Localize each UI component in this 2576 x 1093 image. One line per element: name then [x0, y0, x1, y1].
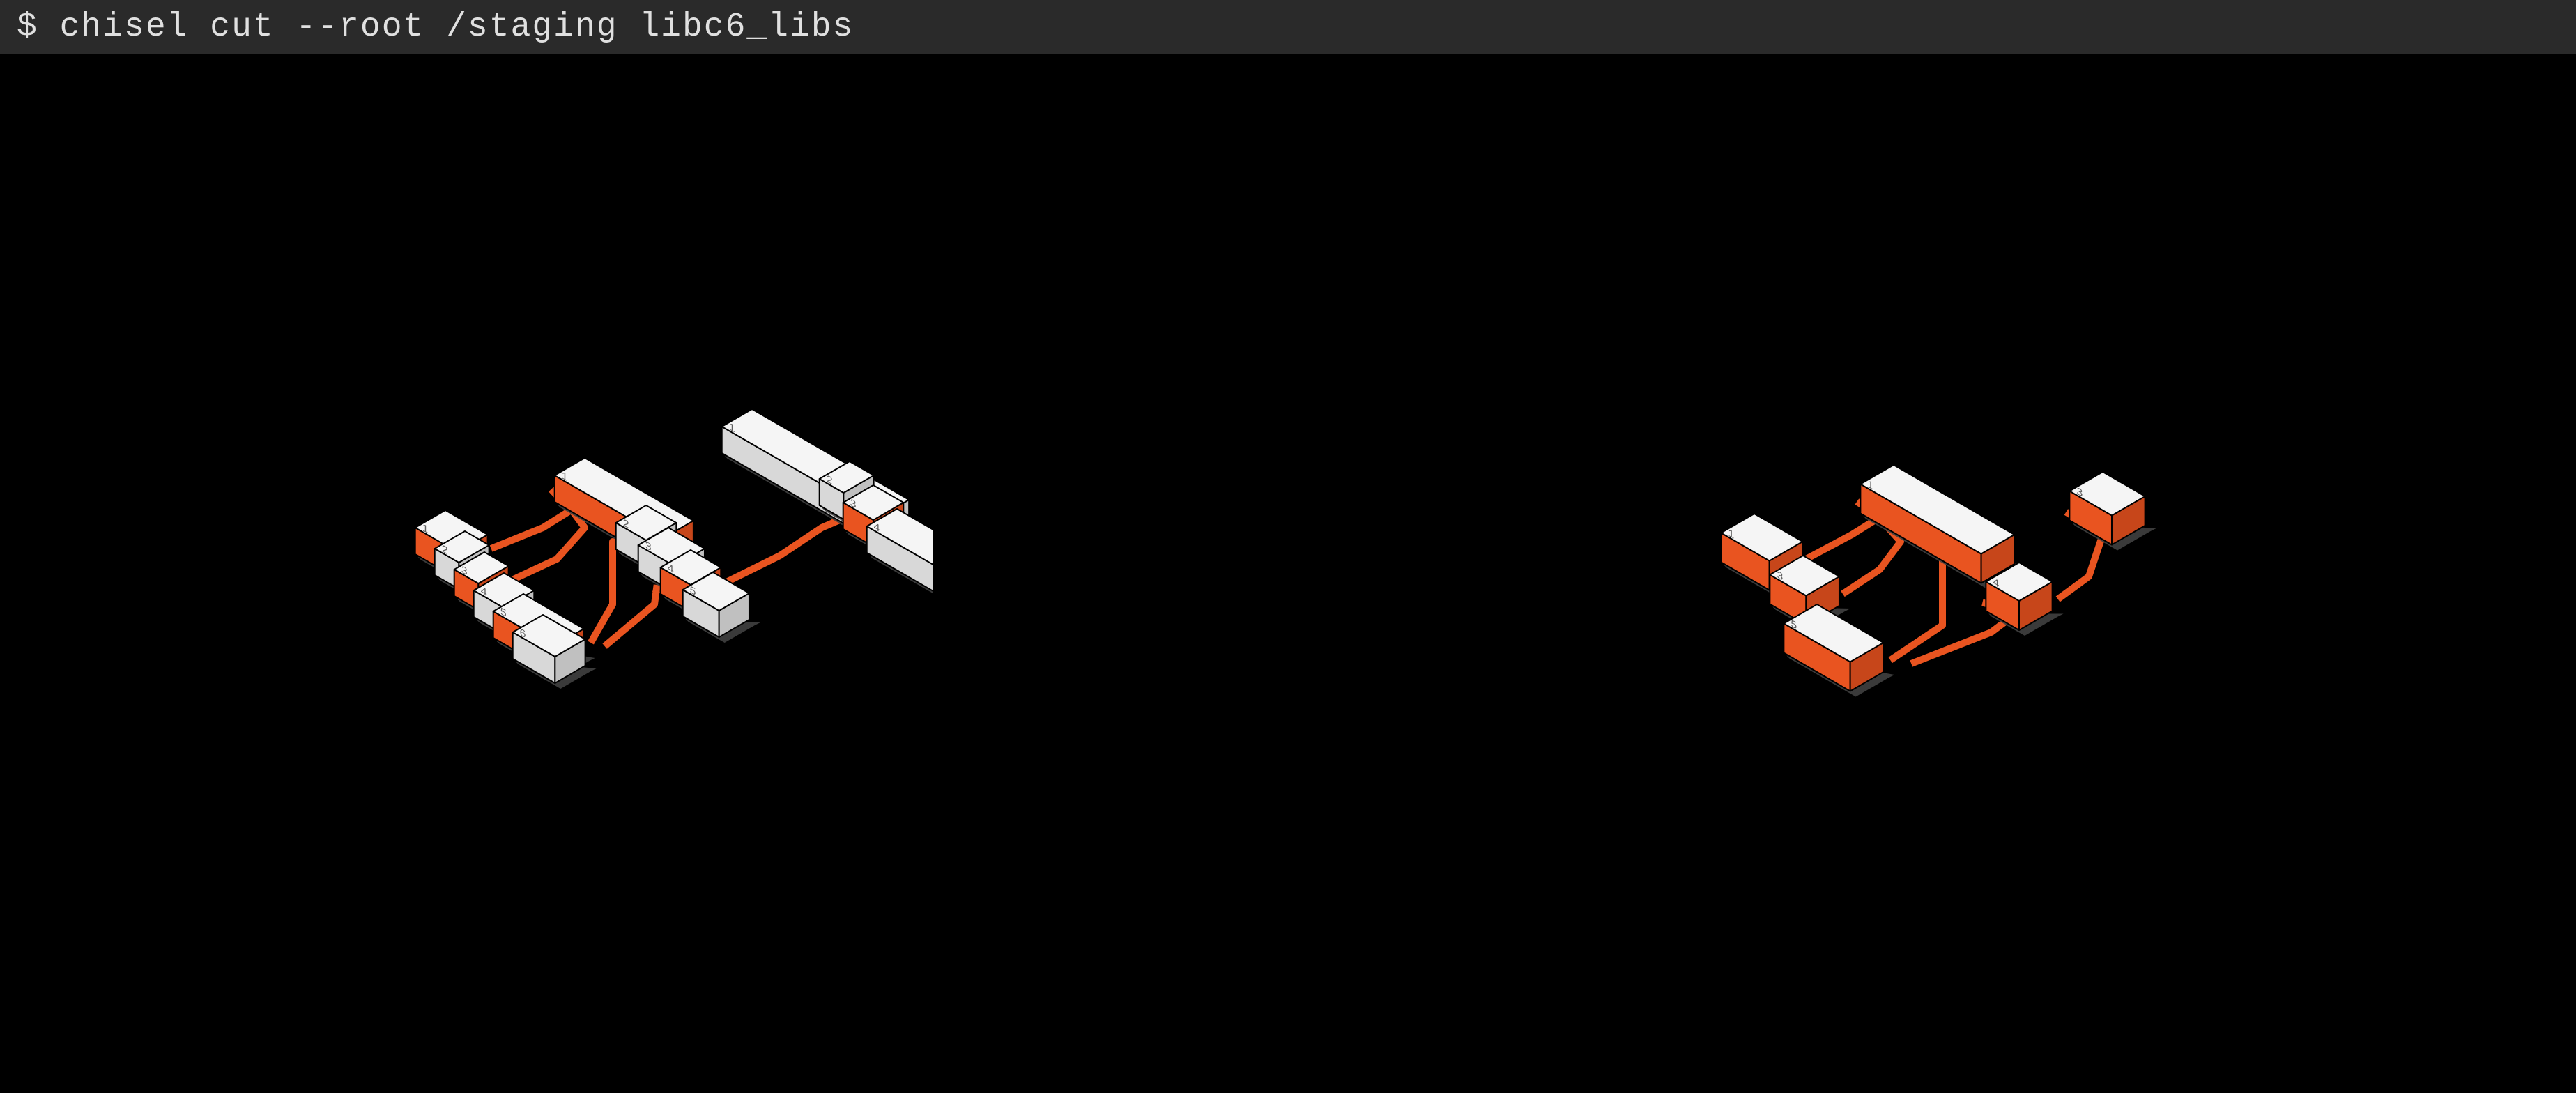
diagram-area: 123456123451234 135143 [0, 54, 2576, 1085]
terminal-command-bar: $ chisel cut --root /staging libc6_libs [0, 0, 2576, 54]
terminal-command: chisel cut --root /staging libc6_libs [60, 8, 854, 46]
full-dependency-diagram: 123456123451234 [390, 388, 933, 751]
terminal-prompt: $ [17, 8, 38, 46]
chiseled-dependency-diagram: 135143 [1712, 423, 2186, 716]
